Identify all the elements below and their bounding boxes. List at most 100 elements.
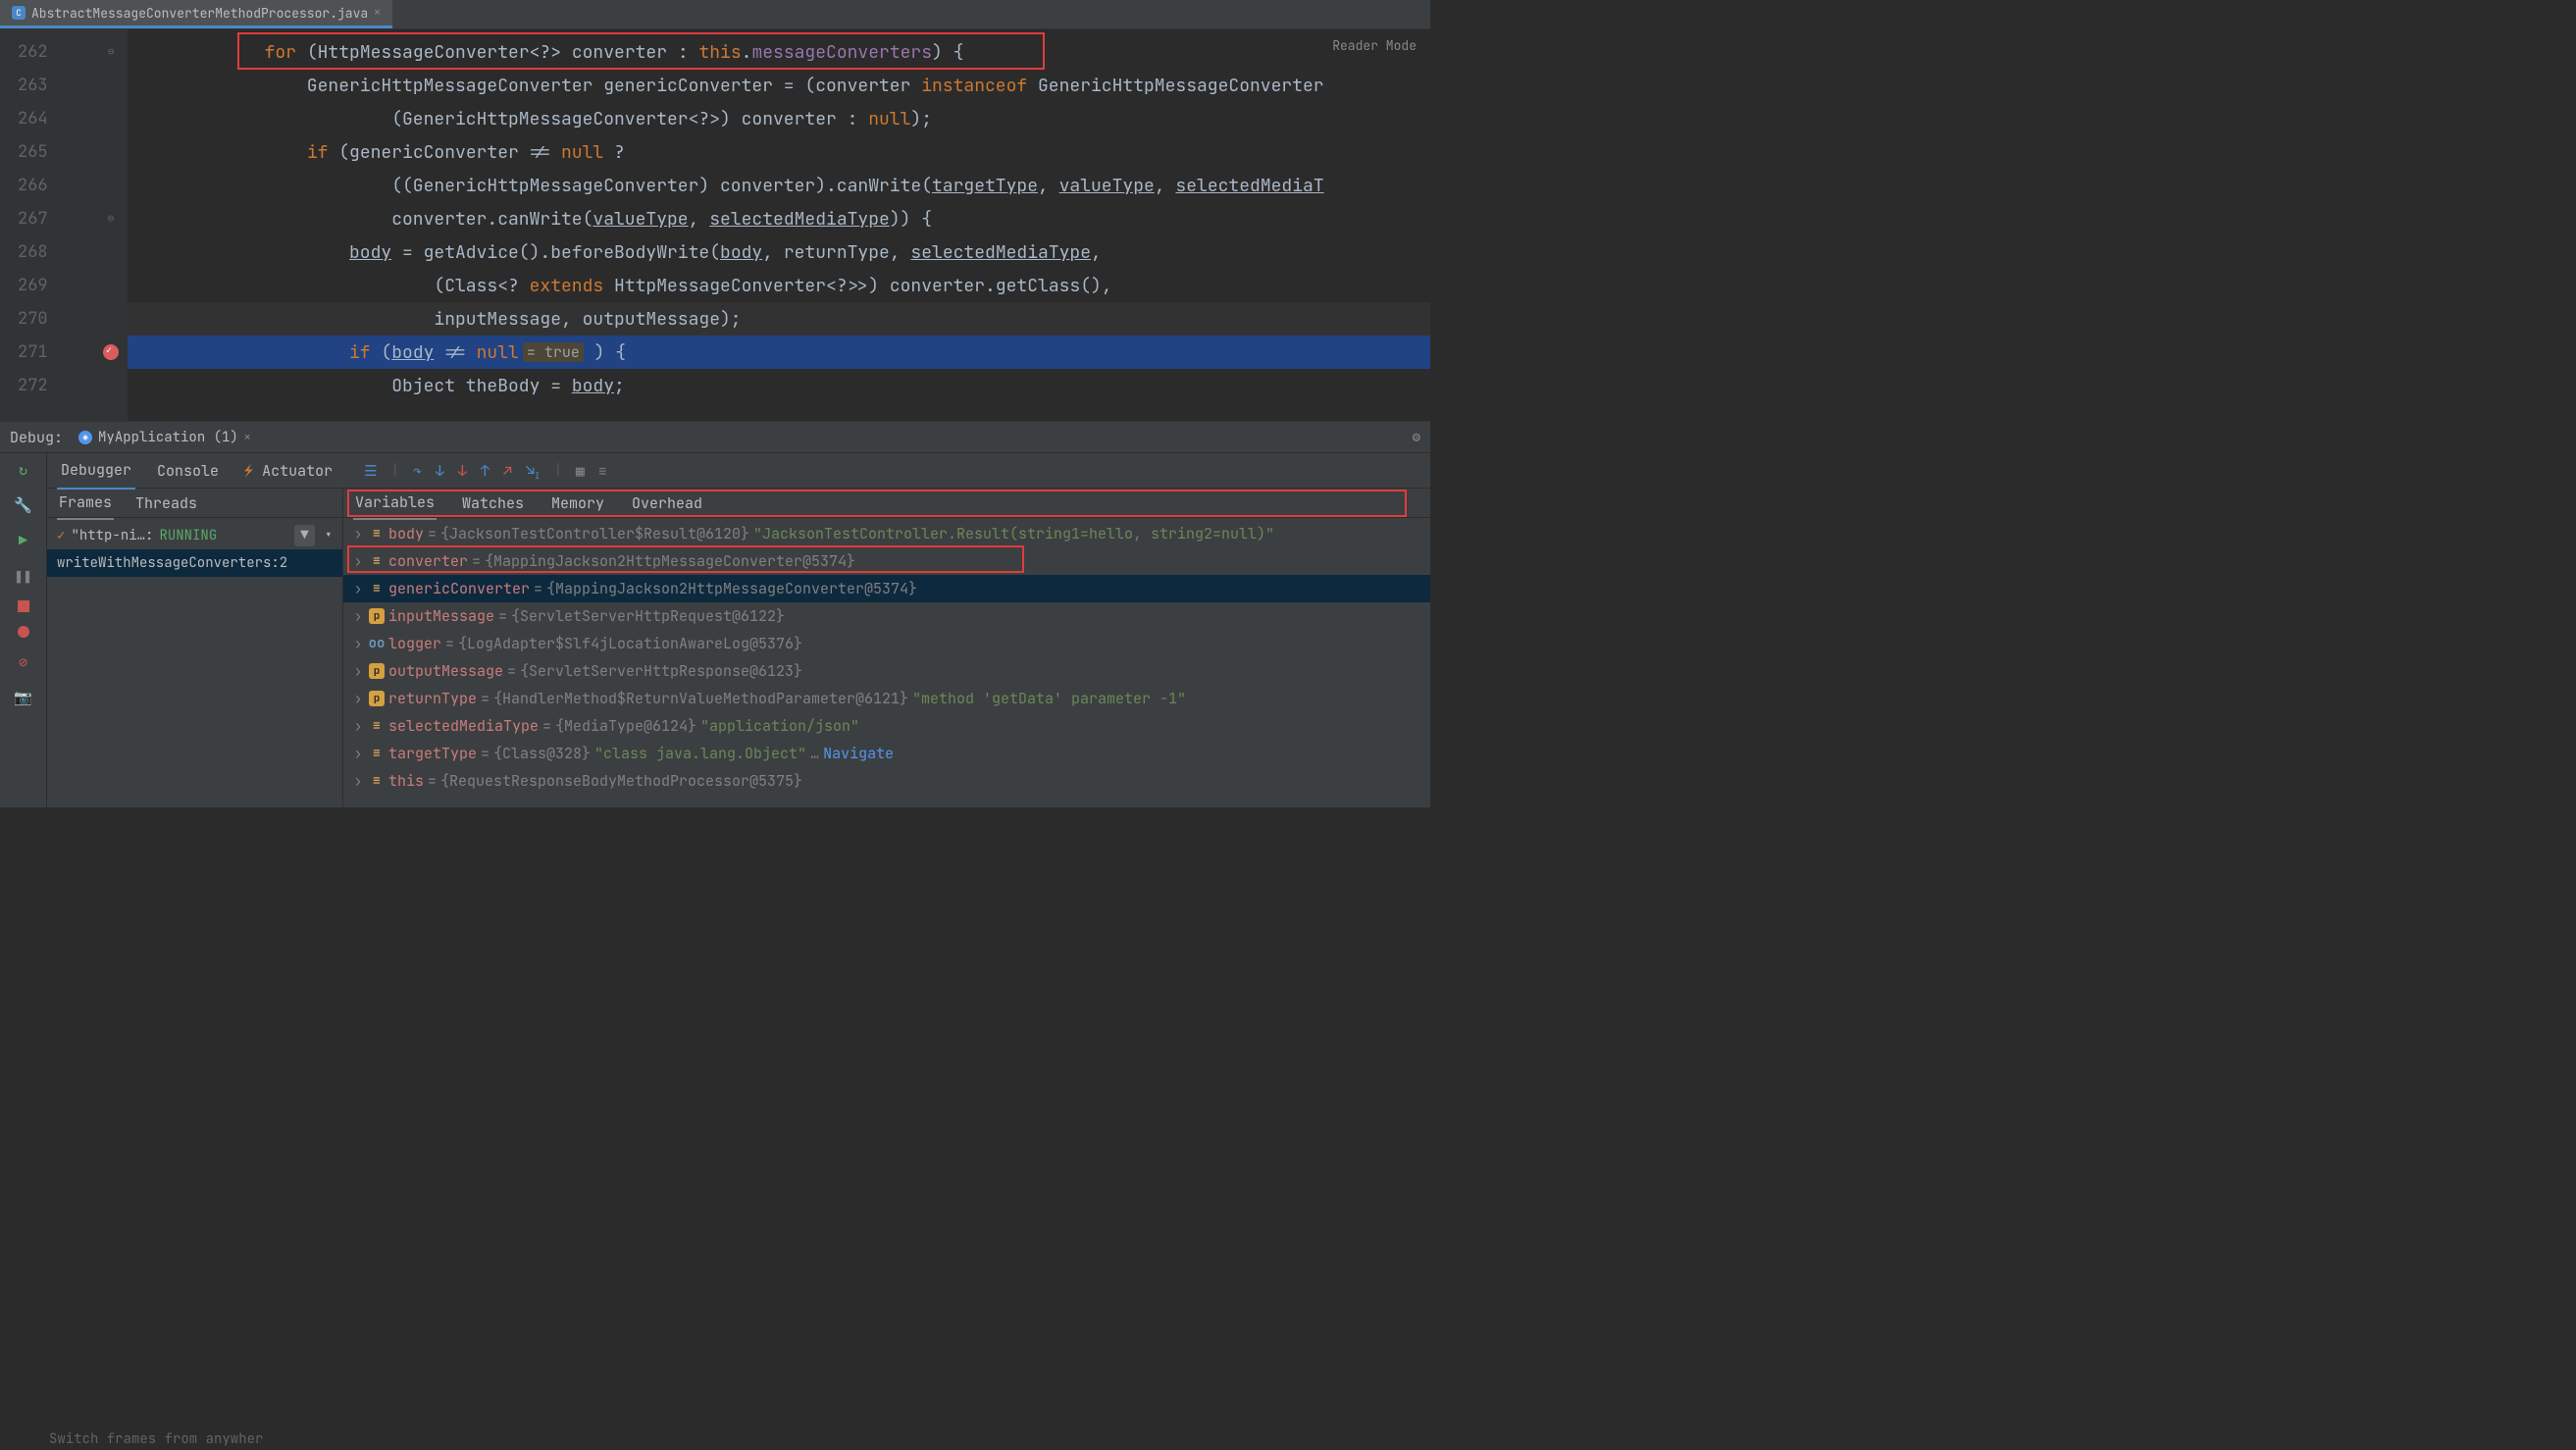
step-toolbar: ☰ | ↷ ↓ ↓ ↑ ↗ ↘I | ▦ ≡ [364, 460, 607, 482]
variable-row[interactable]: ›p inputMessage = {ServletServerHttpRequ… [343, 602, 1430, 630]
variable-type-icon [369, 773, 385, 789]
code-line[interactable]: inputMessage, outputMessage); [128, 302, 1430, 336]
camera-icon[interactable]: 📷 [13, 687, 34, 708]
tab-variables[interactable]: Variables [353, 487, 437, 520]
drop-frame-icon[interactable]: ↗ [503, 461, 512, 481]
evaluate-icon[interactable]: ▦ [576, 461, 585, 481]
code-editor[interactable]: Reader Mode 262⊖ 263 264 265 266 267⊖ 26… [0, 29, 1430, 421]
tab-overhead[interactable]: Overhead [630, 488, 704, 519]
expand-icon[interactable]: › [351, 744, 365, 763]
code-line[interactable]: converter.canWrite(valueType, selectedMe… [128, 202, 1430, 235]
expand-icon[interactable]: › [351, 661, 365, 681]
step-into-icon[interactable]: ↓ [436, 461, 444, 481]
variable-row[interactable]: ›p outputMessage = {ServletServerHttpRes… [343, 657, 1430, 685]
check-icon: ✓ [57, 527, 65, 544]
pause-button[interactable]: ❚❚ [13, 565, 34, 587]
variable-row[interactable]: › genericConverter = {MappingJackson2Htt… [343, 575, 1430, 602]
navigate-link[interactable]: Navigate [823, 744, 894, 763]
editor-tab[interactable]: C AbstractMessageConverterMethodProcesso… [0, 0, 392, 28]
debug-tool-window: Debug: ◉ MyApplication (1) ✕ ⚙ ↻ 🔧 ▶ ❚❚ … [0, 421, 1430, 807]
force-step-into-icon[interactable]: ↓ [458, 461, 467, 481]
inline-debug-hint: = true [523, 342, 584, 362]
expand-icon[interactable]: › [351, 579, 365, 598]
wrench-icon[interactable]: 🔧 [13, 494, 34, 516]
variable-row[interactable]: › converter = {MappingJackson2HttpMessag… [343, 547, 1430, 575]
trace-icon[interactable]: ≡ [598, 461, 607, 481]
rerun-button[interactable]: ↻ [13, 459, 34, 481]
debug-config-name: MyApplication (1) [98, 429, 238, 446]
variables-list[interactable]: › body = {JacksonTestController$Result@6… [343, 518, 1430, 807]
view-breakpoints-button[interactable] [18, 626, 29, 638]
expand-icon[interactable]: › [351, 551, 365, 571]
variable-name: inputMessage [388, 606, 494, 626]
tab-frames[interactable]: Frames [57, 487, 114, 520]
expand-icon[interactable]: › [351, 606, 365, 626]
variable-name: converter [388, 551, 468, 571]
debug-label: Debug: [10, 428, 63, 447]
code-line[interactable]: if (genericConverter != null ? [128, 135, 1430, 169]
stack-frame[interactable]: writeWithMessageConverters:2 [47, 549, 342, 577]
variable-row[interactable]: › selectedMediaType = {MediaType@6124} "… [343, 712, 1430, 740]
tab-watches[interactable]: Watches [460, 488, 526, 519]
fold-icon[interactable]: ⊖ [102, 210, 120, 228]
filter-icon[interactable]: ▼ [294, 525, 314, 546]
debug-config-tab[interactable]: ◉ MyApplication (1) ✕ [71, 429, 258, 446]
tab-console[interactable]: Console [153, 453, 223, 489]
expand-icon[interactable]: › [351, 716, 365, 736]
variable-name: this [388, 771, 424, 791]
variable-tostring: "class java.lang.Object" [594, 744, 806, 763]
code-line[interactable]: (GenericHttpMessageConverter<?>) convert… [128, 102, 1430, 135]
variable-name: selectedMediaType [388, 716, 539, 736]
code-line[interactable]: GenericHttpMessageConverter genericConve… [128, 69, 1430, 102]
debug-body: ↻ 🔧 ▶ ❚❚ ⊘ 📷 Debugger Console ⚡ Actuator… [0, 453, 1430, 807]
run-to-cursor-icon[interactable]: ↘I [526, 460, 540, 482]
code-line[interactable]: for (HttpMessageConverter<?> converter :… [128, 35, 1430, 69]
variable-value: {Class@328} [493, 744, 591, 763]
thread-selector[interactable]: ✓ "http-ni…: RUNNING ▼ ▾ [47, 522, 342, 549]
line-number: 267 [18, 208, 48, 230]
variable-value: {HandlerMethod$ReturnValueMethodParamete… [493, 689, 908, 708]
code-area[interactable]: for (HttpMessageConverter<?> converter :… [128, 29, 1430, 421]
variable-type-icon [369, 718, 385, 734]
breakpoint-icon[interactable] [102, 343, 120, 361]
step-out-icon[interactable]: ↑ [481, 461, 489, 481]
resume-button[interactable]: ▶ [13, 530, 34, 551]
fold-icon[interactable]: ⊖ [102, 43, 120, 61]
expand-icon[interactable]: › [351, 524, 365, 544]
tab-memory[interactable]: Memory [549, 488, 606, 519]
expand-icon[interactable]: › [351, 689, 365, 708]
tab-actuator[interactable]: ⚡ Actuator [240, 453, 336, 489]
variable-row[interactable]: › this = {RequestResponseBodyMethodProce… [343, 767, 1430, 795]
variable-value: {MappingJackson2HttpMessageConverter@537… [485, 551, 855, 571]
expand-icon[interactable]: › [351, 634, 365, 653]
gear-icon[interactable]: ⚙ [1413, 429, 1420, 446]
variable-name: logger [388, 634, 441, 653]
variable-row[interactable]: ›oo logger = {LogAdapter$Slf4jLocationAw… [343, 630, 1430, 657]
variable-row[interactable]: › body = {JacksonTestController$Result@6… [343, 520, 1430, 547]
variable-row[interactable]: ›p returnType = {HandlerMethod$ReturnVal… [343, 685, 1430, 712]
line-number: 272 [18, 375, 48, 396]
close-icon[interactable]: ✕ [374, 6, 381, 20]
mute-breakpoints-button[interactable]: ⊘ [13, 651, 34, 673]
tab-threads[interactable]: Threads [133, 488, 199, 519]
tab-debugger[interactable]: Debugger [57, 452, 135, 490]
code-line[interactable]: body = getAdvice().beforeBodyWrite(body,… [128, 235, 1430, 269]
show-execution-point-icon[interactable]: ☰ [364, 461, 377, 481]
stop-button[interactable] [18, 600, 29, 612]
line-number: 262 [18, 41, 48, 63]
expand-icon[interactable]: › [351, 771, 365, 791]
variable-type-icon [369, 526, 385, 542]
gutter[interactable]: 262⊖ 263 264 265 266 267⊖ 268 269 270 27… [0, 29, 128, 421]
variable-row[interactable]: › targetType = {Class@328} "class java.l… [343, 740, 1430, 767]
code-line[interactable]: ((GenericHttpMessageConverter) converter… [128, 169, 1430, 202]
variable-type-icon: p [369, 691, 385, 706]
chevron-down-icon[interactable]: ▾ [325, 527, 333, 544]
code-line[interactable]: Object theBody = body; [128, 369, 1430, 402]
code-line[interactable]: (Class<? extends HttpMessageConverter<?>… [128, 269, 1430, 302]
code-line-execution-point[interactable]: if (body != null= true ) { [128, 336, 1430, 369]
variable-name: returnType [388, 689, 477, 708]
close-icon[interactable]: ✕ [244, 431, 251, 444]
switch-frames-hint: Switch frames from anywher [49, 1430, 263, 1448]
step-over-icon[interactable]: ↷ [413, 461, 422, 481]
frames-list[interactable]: ✓ "http-ni…: RUNNING ▼ ▾ writeWithMessag… [47, 518, 342, 807]
